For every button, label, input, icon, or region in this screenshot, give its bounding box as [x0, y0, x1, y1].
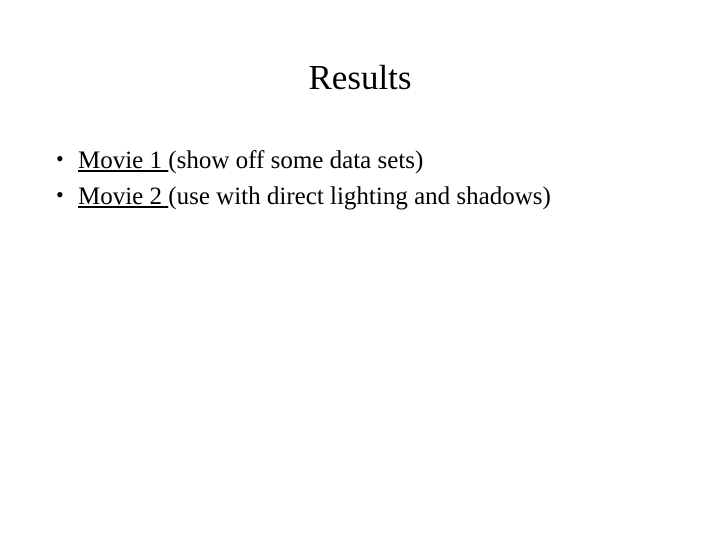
list-item: Movie 2 (use with direct lighting and sh…	[52, 180, 678, 214]
bullet-list: Movie 1 (show off some data sets) Movie …	[42, 144, 678, 214]
list-item: Movie 1 (show off some data sets)	[52, 144, 678, 178]
item-description: (show off some data sets)	[168, 147, 423, 174]
page-title: Results	[42, 58, 678, 98]
movie-1-link[interactable]: Movie 1	[78, 147, 168, 174]
movie-2-link[interactable]: Movie 2	[78, 183, 168, 210]
item-description: (use with direct lighting and shadows)	[168, 183, 551, 210]
